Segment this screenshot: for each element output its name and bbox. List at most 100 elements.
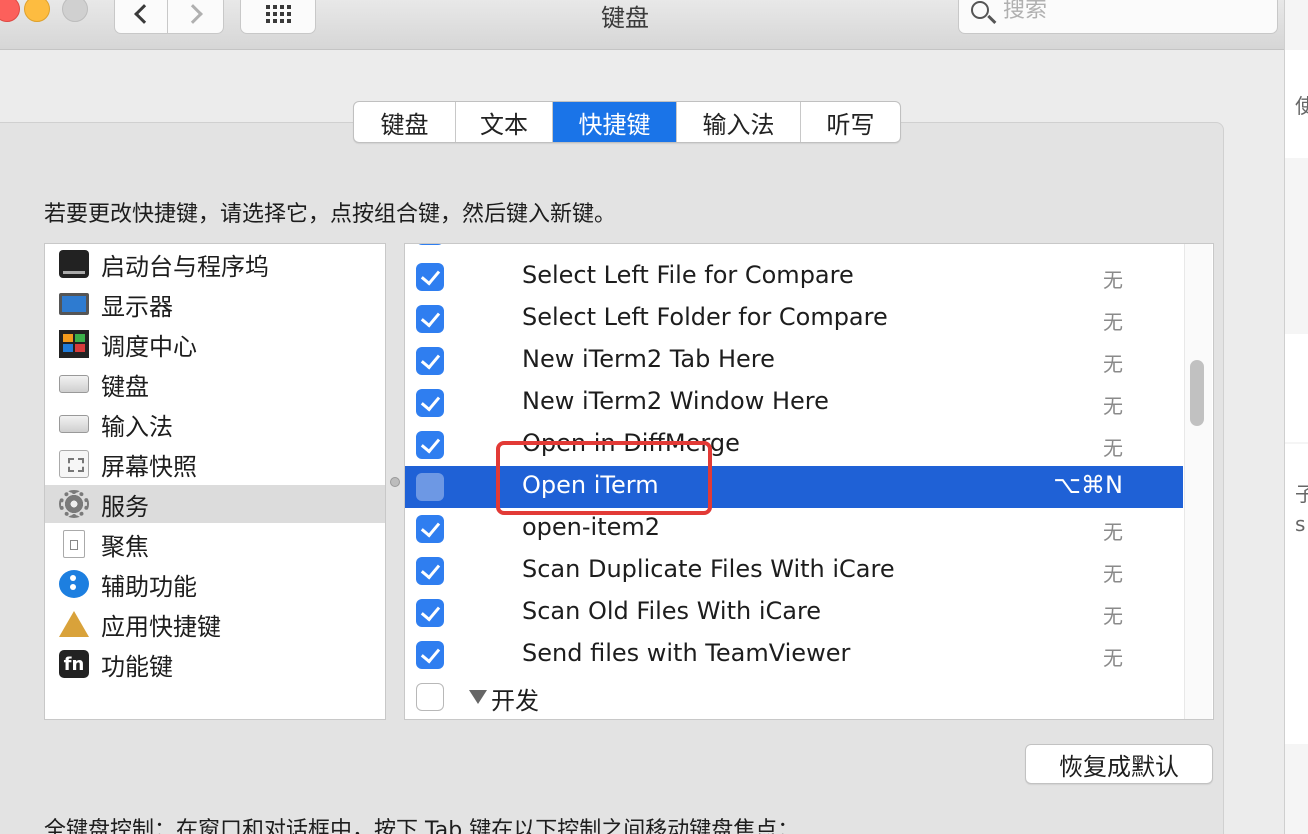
checkbox[interactable] [416,389,444,417]
shortcut-key[interactable]: ⌥⌘N [1053,471,1123,499]
grid-icon [265,5,291,23]
category-label: 输入法 [101,412,173,441]
shortcut-key[interactable]: 无 [1103,558,1123,587]
shortcut-key[interactable]: 无 [1103,264,1123,293]
service-name: Scan Old Files With iCare [522,597,822,625]
checkbox[interactable] [416,473,444,501]
category-mission-control[interactable]: 调度中心 [45,325,385,363]
gear-icon [59,490,89,518]
screenshot-icon [59,450,89,478]
scrollbar-thumb[interactable] [1190,360,1204,426]
table-row[interactable]: New iTerm2 Tab Here 无 [405,340,1183,382]
checkbox[interactable] [416,683,444,711]
table-row[interactable]: New iTerm2 Window Here 无 [405,382,1183,424]
category-display[interactable]: 显示器 [45,285,385,323]
disclosure-triangle-icon[interactable] [469,690,487,704]
shortcut-key[interactable]: 无 [1103,390,1123,419]
full-keyboard-access-text: 全键盘控制：在窗口和对话框中，按下 Tab 键在以下控制之间移动键盘焦点： [44,818,800,834]
table-row[interactable]: Scan Old Files With iCare 无 [405,592,1183,634]
search-icon [971,1,989,19]
category-screenshots[interactable]: 屏幕快照 [45,445,385,483]
zoom-window-button[interactable] [62,0,88,22]
keyboard-preferences-window: 键盘 使 子 s 键盘 文本 快捷键 输入法 听写 若要更改快捷键，请选择它，点… [0,0,1308,834]
search-input[interactable] [1003,0,1263,23]
category-launchpad-dock[interactable]: 启动台与程序坞 [45,245,385,283]
table-row[interactable]: Send files with TeamViewer 无 [405,634,1183,676]
checkbox[interactable] [416,557,444,585]
group-row-development[interactable]: 开发 [405,676,1183,718]
tab-text[interactable]: 文本 [456,102,553,142]
chevron-left-icon [134,4,154,24]
service-name: Scan Duplicate Files With iCare [522,555,895,583]
restore-defaults-button[interactable]: 恢复成默认 [1025,744,1213,784]
tab-shortcuts[interactable]: 快捷键 [553,102,677,142]
background-window-edge: 使 子 s [1284,0,1308,834]
category-label: 启动台与程序坞 [101,252,269,281]
show-all-button[interactable] [240,0,316,34]
category-keyboard[interactable]: 键盘 [45,365,385,403]
service-name: New iTerm2 Window Here [522,387,829,415]
input-method-icon [59,415,89,433]
shortcut-key[interactable]: 无 [1103,306,1123,335]
category-label: 服务 [101,492,149,521]
checkbox[interactable] [416,347,444,375]
mission-control-icon [59,330,89,358]
title-bar: 键盘 [0,0,1284,50]
tab-keyboard[interactable]: 键盘 [354,102,456,142]
background-window-text-1: 使 [1295,94,1308,118]
shortcut-key[interactable]: 无 [1103,642,1123,671]
keyboard-icon [59,375,89,393]
checkbox[interactable] [416,641,444,669]
category-spotlight[interactable]: 聚焦 [45,525,385,563]
category-label: 屏幕快照 [101,452,197,481]
service-name: open-item2 [522,513,661,541]
category-label: 聚焦 [101,532,149,561]
category-function-keys[interactable]: fn 功能键 [45,645,385,683]
category-label: 键盘 [101,372,149,401]
display-icon [59,293,89,315]
category-services[interactable]: 服务 [45,485,385,523]
instruction-text: 若要更改快捷键，请选择它，点按组合键，然后键入新键。 [44,202,617,227]
category-label: 调度中心 [101,332,197,361]
checkbox[interactable] [416,263,444,291]
category-input-sources[interactable]: 输入法 [45,405,385,443]
search-field[interactable] [958,0,1278,34]
spotlight-icon [63,530,85,558]
launchpad-icon [59,250,89,278]
shortcut-key[interactable]: 无 [1103,600,1123,629]
split-view-handle[interactable] [390,477,400,487]
category-app-shortcuts[interactable]: 应用快捷键 [45,605,385,643]
category-label: 应用快捷键 [101,612,221,641]
minimize-window-button[interactable] [24,0,50,22]
forward-button[interactable] [168,0,224,34]
checkbox[interactable] [416,244,444,245]
fn-key-icon: fn [59,650,89,678]
scrollbar-track[interactable] [1184,244,1212,719]
app-shortcuts-icon [59,611,89,637]
shortcut-key[interactable]: 无 [1103,348,1123,377]
table-row[interactable]: Select Left File for Compare 无 [405,256,1183,298]
service-name: Select Left Folder for Compare [522,303,888,331]
checkbox[interactable] [416,599,444,627]
shortcut-key[interactable]: 无 [1103,244,1123,247]
table-row-partial[interactable]: 无 [405,244,1183,252]
checkbox[interactable] [416,431,444,459]
tab-input-sources[interactable]: 输入法 [677,102,801,142]
checkbox[interactable] [416,515,444,543]
service-name: New iTerm2 Tab Here [522,345,775,373]
tab-dictation[interactable]: 听写 [801,102,900,142]
category-accessibility[interactable]: 辅助功能 [45,565,385,603]
table-row[interactable]: Select Left Folder for Compare 无 [405,298,1183,340]
shortcut-key[interactable]: 无 [1103,516,1123,545]
chevron-right-icon [182,4,203,24]
accessibility-icon [59,570,89,598]
close-window-button[interactable] [0,0,20,22]
group-label: 开发 [491,687,539,715]
checkbox[interactable] [416,305,444,333]
red-highlight-annotation [496,441,712,515]
service-name: Select Left File for Compare [522,261,854,289]
table-row[interactable]: Scan Duplicate Files With iCare 无 [405,550,1183,592]
shortcut-key[interactable]: 无 [1103,432,1123,461]
background-window-text-2: 子 [1295,482,1308,506]
back-button[interactable] [114,0,168,34]
